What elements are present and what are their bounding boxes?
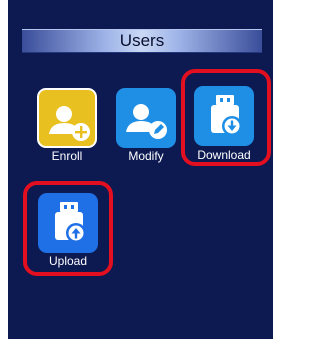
enroll-tile[interactable] <box>37 88 97 148</box>
usb-upload-icon <box>55 202 86 243</box>
user-add-icon <box>49 106 90 141</box>
title-bar: Users <box>22 29 262 53</box>
modify-label: Modify <box>128 149 164 163</box>
usb-download-icon <box>211 95 242 136</box>
modify-tile[interactable] <box>116 88 176 148</box>
user-edit-icon <box>126 104 167 139</box>
upload-tile[interactable] <box>38 193 98 253</box>
device-screen: Users Enroll Modify Download Upload <box>8 0 273 339</box>
page-title: Users <box>119 31 165 50</box>
enroll-label: Enroll <box>51 149 83 163</box>
upload-label: Upload <box>48 254 88 268</box>
download-tile[interactable] <box>194 86 254 146</box>
download-label: Download <box>197 148 251 162</box>
